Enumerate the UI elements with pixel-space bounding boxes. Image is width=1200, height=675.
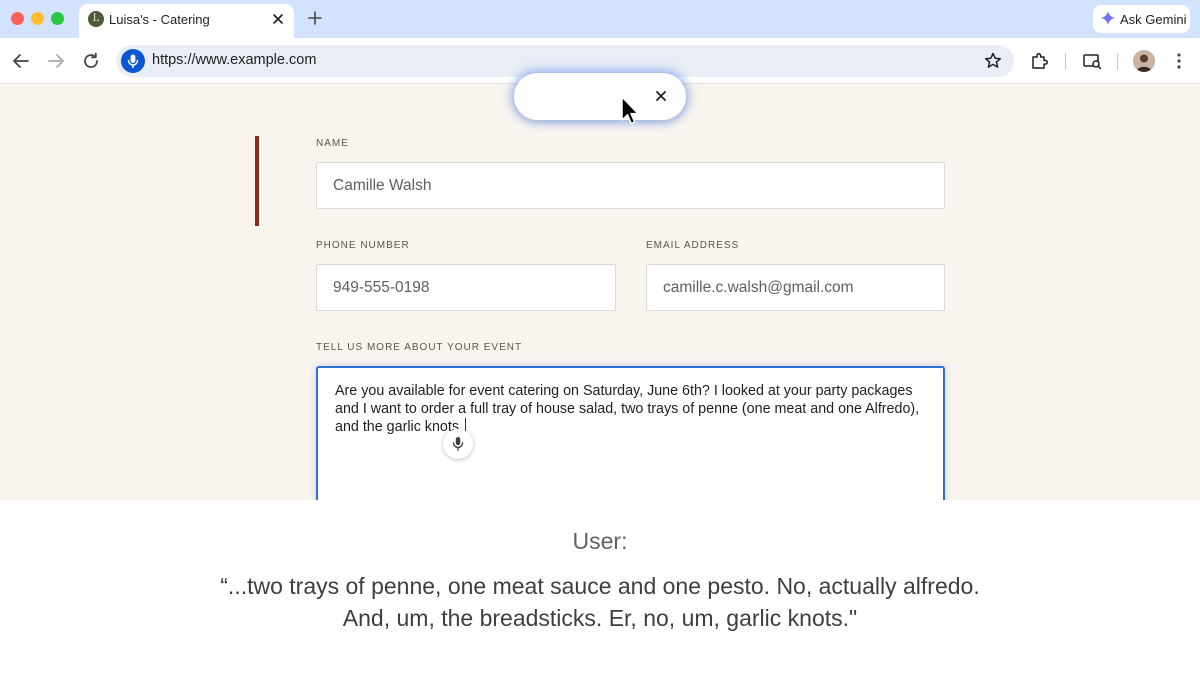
- tab-close-icon[interactable]: [269, 10, 287, 28]
- tab-title: Luisa's - Catering: [109, 12, 210, 27]
- name-field[interactable]: Camille Walsh: [316, 162, 945, 209]
- window-maximize-button[interactable]: [51, 12, 64, 25]
- phone-field[interactable]: 949-555-0198: [316, 264, 616, 311]
- mouse-pointer-icon: [621, 96, 639, 125]
- caption-line-2: And, um, the breadsticks. Er, no, um, ga…: [342, 605, 858, 631]
- forward-arrow-icon[interactable]: [45, 50, 67, 72]
- email-label: EMAIL ADDRESS: [646, 240, 740, 251]
- mic-icon: [452, 437, 464, 451]
- caption-speaker: User:: [572, 528, 628, 554]
- caption-line-1: “...two trays of penne, one meat sauce a…: [220, 573, 980, 599]
- active-tab[interactable]: L Luisa's - Catering: [79, 4, 294, 38]
- ask-gemini-button[interactable]: Ask Gemini: [1093, 5, 1190, 33]
- site-favicon-icon: L: [88, 11, 104, 27]
- more-menu-icon[interactable]: [1168, 50, 1190, 72]
- tab-search-icon[interactable]: [1081, 50, 1103, 72]
- event-label: TELL US MORE ABOUT YOUR EVENT: [316, 342, 523, 353]
- voice-input-mic-icon[interactable]: [121, 49, 145, 73]
- url-text[interactable]: https://www.example.com: [152, 52, 316, 68]
- web-page: NAME Camille Walsh PHONE NUMBER 949-555-…: [0, 84, 1200, 500]
- gemini-spark-icon: [1101, 11, 1115, 25]
- phone-value: 949-555-0198: [333, 279, 430, 296]
- extensions-puzzle-icon[interactable]: [1029, 50, 1051, 72]
- event-details-text: Are you available for event catering on …: [335, 383, 920, 436]
- window-minimize-button[interactable]: [31, 12, 44, 25]
- voice-typing-pill: [514, 73, 686, 120]
- toolbar-divider: [1117, 53, 1118, 70]
- close-icon[interactable]: [651, 86, 671, 106]
- ask-gemini-label: Ask Gemini: [1120, 12, 1187, 27]
- bookmark-star-icon[interactable]: [982, 50, 1004, 72]
- email-field[interactable]: camille.c.walsh@gmail.com: [646, 264, 945, 311]
- new-tab-button[interactable]: [305, 8, 325, 28]
- email-value: camille.c.walsh@gmail.com: [663, 279, 854, 296]
- tab-strip: L Luisa's - Catering Ask Gemini: [0, 0, 1200, 38]
- name-label: NAME: [316, 138, 349, 149]
- name-value: Camille Walsh: [333, 177, 432, 194]
- event-details-textarea[interactable]: Are you available for event catering on …: [316, 366, 945, 500]
- toolbar-divider: [1065, 53, 1066, 70]
- reload-icon[interactable]: [80, 50, 102, 72]
- dictation-mic-button[interactable]: [443, 429, 473, 459]
- back-arrow-icon[interactable]: [10, 50, 32, 72]
- profile-avatar[interactable]: [1133, 50, 1155, 72]
- caption-panel: User: “...two trays of penne, one meat s…: [0, 500, 1200, 675]
- window-close-button[interactable]: [11, 12, 24, 25]
- phone-label: PHONE NUMBER: [316, 240, 410, 251]
- accent-bar: [255, 136, 259, 226]
